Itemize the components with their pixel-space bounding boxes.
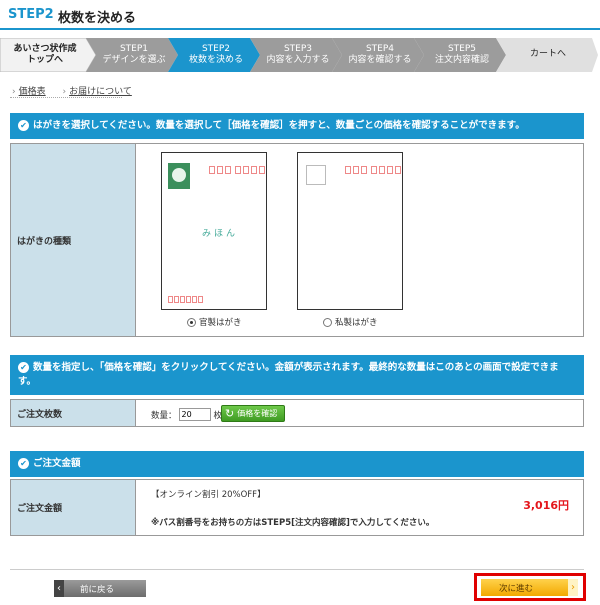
check-circle-icon: ✔: [18, 362, 29, 373]
quantity-prefix: 数量：: [151, 410, 177, 421]
zip-box: [371, 166, 377, 174]
next-button[interactable]: 次に進む ›: [481, 579, 578, 596]
zip-box: [180, 296, 185, 303]
section3-title: ご注文金額: [33, 458, 81, 469]
page-header: STEP2 枚数を決める: [0, 0, 600, 30]
quantity-row: ご注文枚数 数量： 枚 ↻価格を確認: [10, 399, 584, 427]
chevron-right-icon: ›: [568, 579, 578, 596]
zip-box: [353, 166, 359, 174]
divider: [10, 97, 122, 98]
stamp-placeholder: [306, 165, 326, 185]
discount-text: 【オンライン割引 20%OFF】: [151, 490, 266, 500]
official-postcard-preview[interactable]: みほん: [161, 152, 267, 310]
progress-steps: あいさつ状作成 トップへ STEP1 デザインを選ぶ STEP2 枚数を決める …: [0, 38, 600, 72]
private-postcard-preview[interactable]: [297, 152, 403, 310]
zip-box: [259, 166, 265, 174]
zip-box: [217, 166, 223, 174]
next-button-highlight: 次に進む ›: [474, 573, 586, 601]
card-type-row: はがきの種類 みほん 官製はがき 私製はがき: [10, 143, 584, 337]
sample-text: みほん: [202, 229, 239, 239]
step4-label: STEP4: [365, 44, 395, 54]
zip-box: [192, 296, 197, 303]
bullet-icon: ›: [12, 87, 16, 97]
zip-box: [395, 166, 401, 174]
price-table-link[interactable]: 価格表: [19, 87, 46, 97]
refresh-icon: ↻: [225, 407, 235, 420]
step4-sub: 内容を確認する: [348, 55, 412, 65]
progress-item-step4: STEP4 内容を確認する: [342, 44, 418, 66]
zip-box: [235, 166, 241, 174]
total-cell: 【オンライン割引 20%OFF】 3,016円 ※パス割番号をお持ちの方はSTE…: [137, 480, 583, 535]
total-price: 3,016円: [523, 499, 569, 512]
check-circle-icon: ✔: [18, 458, 29, 469]
total-row: ご注文金額 【オンライン割引 20%OFF】 3,016円 ※パス割番号をお持ち…: [10, 479, 584, 536]
progress-item-step1: STEP1 デザインを選ぶ: [96, 44, 172, 66]
zip-box: [251, 166, 257, 174]
zip-box: [361, 166, 367, 174]
section-bar-quantity: ✔ 数量を指定し、「価格を確認」をクリックしてください。金額が表示されます。最終的…: [10, 355, 584, 395]
info-links: › 価格表 › お届けについて: [12, 84, 146, 97]
zip-box: [345, 166, 351, 174]
quantity-field-group: 数量： 枚: [151, 408, 222, 421]
official-postcard-label: 官製はがき: [199, 318, 242, 328]
progress-item-top[interactable]: あいさつ状作成 トップへ: [4, 44, 86, 66]
progress-item-step3: STEP3 内容を入力する: [260, 44, 336, 66]
zip-box: [174, 296, 179, 303]
quantity-input[interactable]: [178, 408, 211, 421]
official-postcard-radio[interactable]: 官製はがき: [187, 316, 242, 328]
zip-box: [209, 166, 215, 174]
page-title: 枚数を決める: [58, 11, 137, 26]
back-button[interactable]: ‹ 前に戻る: [54, 580, 146, 597]
footer-divider: [10, 569, 584, 570]
quantity-cell: 数量： 枚 ↻価格を確認: [137, 400, 583, 426]
card-type-label: はがきの種類: [11, 144, 136, 336]
stamp-icon: [168, 163, 190, 189]
delivery-link[interactable]: お届けについて: [69, 87, 132, 97]
step5-sub: 注文内容確認: [434, 55, 489, 65]
check-price-label: 価格を確認: [237, 409, 278, 418]
step3-label: STEP3: [283, 44, 313, 54]
zip-box: [387, 166, 393, 174]
check-price-button[interactable]: ↻ 価格を確認: [221, 405, 285, 422]
check-circle-icon: ✔: [18, 120, 29, 131]
section-bar-total: ✔ ご注文金額: [10, 451, 584, 477]
card-type-options: みほん 官製はがき 私製はがき: [137, 144, 583, 336]
progress-item-cart[interactable]: カートへ: [508, 49, 588, 60]
zip-box: [186, 296, 191, 303]
progress-top-line1: あいさつ状作成: [13, 44, 77, 54]
total-label: ご注文金額: [11, 480, 136, 535]
step3-sub: 内容を入力する: [266, 55, 330, 65]
cart-label: カートへ: [529, 49, 566, 59]
zip-box: [225, 166, 231, 174]
step1-label: STEP1: [119, 44, 149, 54]
progress-item-step2: STEP2 枚数を決める: [178, 44, 254, 66]
section2-instruction: 数量を指定し、「価格を確認」をクリックしてください。金額が表示されます。最終的な…: [18, 362, 559, 387]
next-label: 次に進む: [499, 583, 534, 594]
step2-label: STEP2: [201, 44, 231, 54]
radio-unselected-icon[interactable]: [323, 317, 332, 327]
section1-instruction: はがきを選択してください。数量を選択して［価格を確認］を押すと、数量ごとの価格を…: [33, 120, 525, 131]
bullet-icon: ›: [62, 87, 67, 97]
private-postcard-radio[interactable]: 私製はがき: [323, 316, 378, 328]
progress-item-step5: STEP5 注文内容確認: [424, 44, 500, 66]
private-postcard-label: 私製はがき: [335, 318, 378, 328]
section-bar-card-type: ✔ はがきを選択してください。数量を選択して［価格を確認］を押すと、数量ごとの価格…: [10, 113, 584, 139]
chevron-left-icon: ‹: [54, 580, 64, 597]
zip-box: [379, 166, 385, 174]
zip-box: [198, 296, 203, 303]
step-indicator: STEP2: [8, 7, 54, 22]
step1-sub: デザインを選ぶ: [102, 55, 166, 65]
quantity-label: ご注文枚数: [11, 400, 136, 426]
zip-box: [168, 296, 173, 303]
step2-sub: 枚数を決める: [188, 55, 243, 65]
progress-top-line2: トップへ: [26, 55, 63, 65]
radio-selected-icon[interactable]: [187, 317, 196, 327]
back-label: 前に戻る: [80, 584, 115, 595]
step5-label: STEP5: [447, 44, 477, 54]
pass-discount-note: ※パス割番号をお持ちの方はSTEP5[注文内容確認]で入力してください。: [151, 518, 435, 528]
zip-box: [243, 166, 249, 174]
